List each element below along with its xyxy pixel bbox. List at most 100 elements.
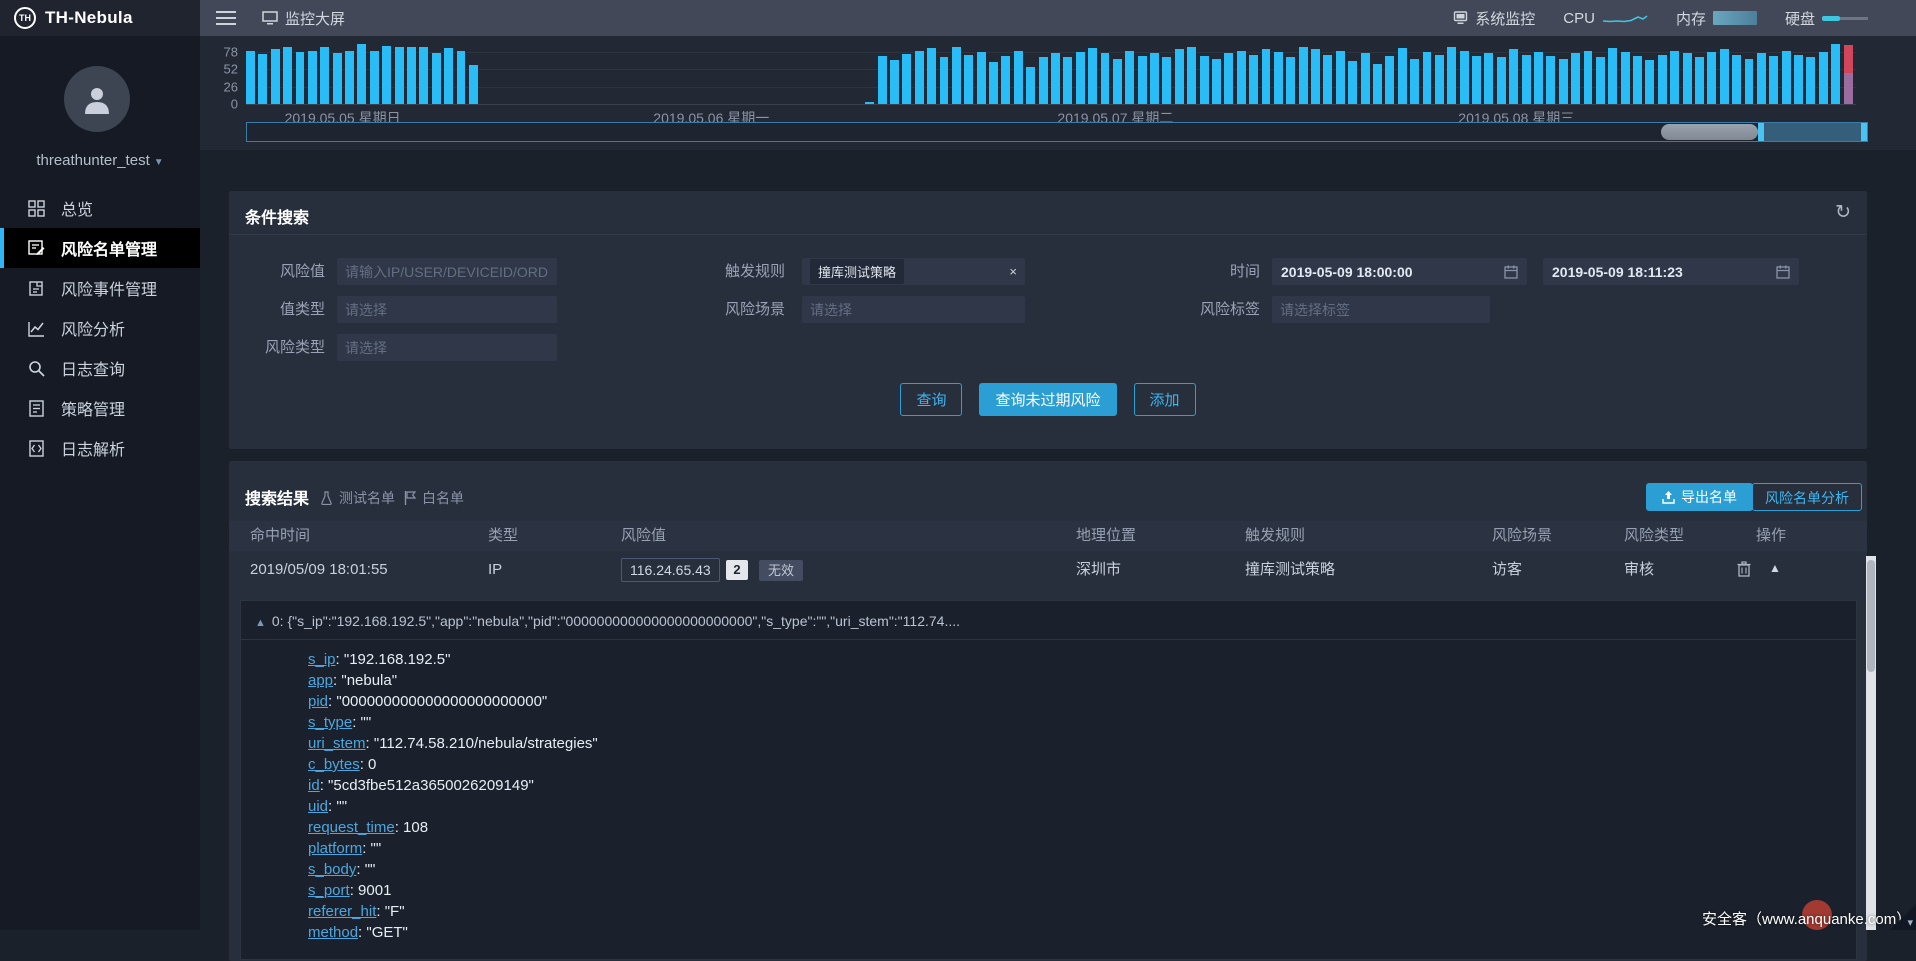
sidebar-item-label: 策略管理 [61, 396, 125, 420]
system-monitor-link[interactable]: 系统监控 [1453, 8, 1535, 29]
cell-risk-value[interactable]: 116.24.65.43 [621, 558, 720, 582]
hamburger-menu-icon[interactable] [216, 10, 236, 26]
sidebar-item-label: 风险名单管理 [61, 236, 157, 260]
bar [258, 54, 267, 104]
bar [940, 57, 949, 104]
detail-summary[interactable]: ▲0: {"s_ip":"192.168.192.5","app":"nebul… [255, 613, 960, 629]
datazoom-thumb[interactable] [1661, 124, 1758, 140]
datazoom-selection[interactable] [1758, 123, 1867, 141]
risk-type-select[interactable] [337, 334, 557, 361]
bar [1026, 67, 1035, 104]
white-list-toggle[interactable]: 白名单 [404, 488, 464, 508]
topbar: 监控大屏 系统监控 CPU 内存 硬盘 [200, 0, 1916, 36]
username-menu[interactable]: threathunter_test▼ [0, 152, 200, 169]
chart-bars [246, 36, 1856, 104]
bar [878, 56, 887, 104]
sidebar-item-risk-list[interactable]: 风险名单管理 [0, 228, 200, 268]
detail-entry: s_ip: "192.168.192.5" [308, 651, 598, 672]
row-detail: ▲0: {"s_ip":"192.168.192.5","app":"nebul… [240, 600, 1857, 960]
calendar-icon [1776, 265, 1790, 279]
avatar[interactable] [64, 66, 130, 132]
white-list-label: 白名单 [422, 488, 464, 508]
bar [1596, 57, 1605, 104]
bar [1063, 57, 1072, 104]
log-search-icon [28, 360, 45, 377]
risk-value-input[interactable] [337, 258, 557, 285]
monitor-screen-link[interactable]: 监控大屏 [262, 8, 345, 29]
results-scrollbar-thumb[interactable] [1867, 560, 1875, 672]
detail-value: : "" [352, 714, 371, 731]
time-end-input[interactable]: 2019-05-09 18:11:23 [1543, 258, 1799, 285]
bar [1150, 53, 1159, 104]
test-list-icon [320, 491, 333, 505]
bar [1361, 53, 1370, 104]
cell-hit-time: 2019/05/09 18:01:55 [250, 551, 388, 589]
divider [241, 639, 1856, 640]
sidebar-item-label: 风险事件管理 [61, 276, 157, 300]
user-icon [80, 82, 114, 116]
risk-tag-select[interactable] [1272, 296, 1490, 323]
status-invalid-tag[interactable]: 无效 [759, 560, 803, 581]
bar [927, 48, 936, 104]
delete-icon[interactable] [1737, 561, 1751, 582]
query-unexpired-button[interactable]: 查询未过期风险 [979, 383, 1116, 416]
refresh-icon[interactable]: ↻ [1835, 201, 1851, 224]
sidebar-item-overview[interactable]: 总览 [0, 188, 200, 228]
trigger-rule-select[interactable]: 撞库测试策略 × [802, 258, 1025, 285]
results-scrollbar[interactable] [1866, 556, 1876, 930]
bar [1299, 47, 1308, 104]
sidebar-item-log-parse[interactable]: 日志解析 [0, 428, 200, 468]
bar [1286, 57, 1295, 104]
bar [1410, 59, 1419, 104]
cell-risk-scene: 访客 [1492, 551, 1522, 589]
remove-tag-icon[interactable]: × [1009, 264, 1017, 279]
detail-key: c_bytes [308, 756, 360, 773]
bar [915, 51, 924, 104]
bar [308, 51, 317, 104]
risk-list-analyze-button[interactable]: 风险名单分析 [1752, 483, 1862, 511]
detail-value: : "F" [376, 903, 404, 920]
sidebar-item-risk-analysis[interactable]: 风险分析 [0, 308, 200, 348]
export-list-button[interactable]: 导出名单 [1646, 483, 1753, 511]
detail-entry: s_type: "" [308, 714, 598, 735]
bar [865, 102, 874, 104]
collapse-row-icon[interactable]: ▲ [1769, 561, 1781, 575]
results-title: 搜索结果 [245, 485, 309, 509]
detail-key: app [308, 672, 333, 689]
risk-scene-select[interactable] [802, 296, 1025, 323]
table-row[interactable]: 2019/05/09 18:01:55IP116.24.65.432无效深圳市撞… [229, 551, 1867, 589]
detail-key: platform [308, 840, 362, 857]
detail-value: : "192.168.192.5" [336, 651, 451, 668]
datazoom-handle-right[interactable] [1861, 123, 1867, 141]
detail-value: : "" [328, 798, 347, 815]
memory-gauge: 内存 [1676, 8, 1757, 29]
query-button[interactable]: 查询 [900, 383, 962, 416]
system-monitor-icon [1453, 11, 1468, 25]
detail-entry: c_bytes: 0 [308, 756, 598, 777]
bar [1224, 53, 1233, 104]
add-button[interactable]: 添加 [1134, 383, 1196, 416]
bar [395, 47, 404, 104]
test-list-toggle[interactable]: 测试名单 [320, 488, 395, 508]
bar [1472, 56, 1481, 104]
stacked-bar-bottom [1844, 73, 1853, 104]
detail-key: s_port [308, 882, 350, 899]
sidebar-item-strategy[interactable]: 策略管理 [0, 388, 200, 428]
risk-hits-chart: 7852260 2019.05.05 星期日2019.05.06 星期一2019… [200, 36, 1916, 150]
y-axis-tick: 0 [200, 97, 238, 112]
datazoom-handle-left[interactable] [1758, 123, 1764, 141]
bar [1645, 60, 1654, 104]
value-type-select[interactable] [337, 296, 557, 323]
risk-scene-label: 风险场景 [645, 296, 785, 323]
column-header: 地理位置 [1076, 521, 1136, 551]
chart-datazoom[interactable] [246, 122, 1868, 142]
memory-bar [1713, 11, 1757, 25]
bar [1101, 53, 1110, 104]
sidebar-item-risk-event[interactable]: 风险事件管理 [0, 268, 200, 308]
bar [902, 54, 911, 104]
sidebar-item-log-search[interactable]: 日志查询 [0, 348, 200, 388]
time-start-input[interactable]: 2019-05-09 18:00:00 [1272, 258, 1527, 285]
detail-entry: method: "GET" [308, 924, 598, 945]
sidebar-item-label: 日志查询 [61, 356, 125, 380]
detail-value: : 0 [360, 756, 377, 773]
